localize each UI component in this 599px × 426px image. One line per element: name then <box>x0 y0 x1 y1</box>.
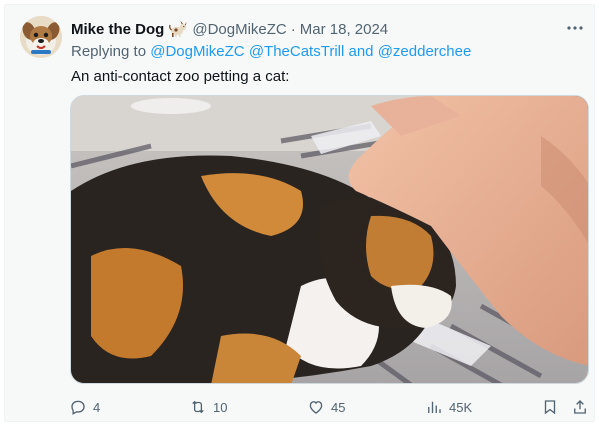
mention-link[interactable]: @TheCatsTrill <box>249 43 345 60</box>
bookmark-button[interactable] <box>541 395 559 419</box>
tweet-media-image[interactable] <box>70 95 589 384</box>
reply-button[interactable]: 4 <box>69 395 100 419</box>
tweet-header: Mike the Dog @DogMikeZC · Mar 18, 2024 <box>71 19 388 39</box>
like-icon <box>309 401 323 414</box>
header-separator: · <box>290 20 296 38</box>
tweet-actions-bar: 4 10 45 45K <box>69 395 594 419</box>
replying-to-label: Replying to <box>71 43 147 60</box>
replying-to-line: Replying to @DogMikeZC @TheCatsTrill and… <box>71 43 471 60</box>
avatar[interactable] <box>20 16 62 58</box>
tweet-text: An anti-contact zoo petting a cat: <box>71 68 290 85</box>
share-button[interactable] <box>571 395 589 419</box>
views-icon <box>428 401 441 413</box>
more-icon <box>567 26 583 30</box>
author-handle[interactable]: @DogMikeZC <box>192 21 286 38</box>
repost-button[interactable]: 10 <box>189 395 227 419</box>
bookmark-icon <box>544 400 556 415</box>
mention-link[interactable]: @zedderchee <box>378 43 472 60</box>
tweet-date[interactable]: Mar 18, 2024 <box>300 21 388 38</box>
reply-count: 4 <box>93 399 101 415</box>
mention-joiner[interactable]: and <box>349 43 374 60</box>
dog-emoji-icon <box>168 20 188 38</box>
repost-count: 10 <box>213 399 228 415</box>
mention-link[interactable]: @DogMikeZC <box>150 43 244 60</box>
repost-icon <box>192 400 204 414</box>
display-name[interactable]: Mike the Dog <box>71 21 164 38</box>
reply-icon <box>71 400 85 415</box>
tweet-card[interactable]: Mike the Dog @DogMikeZC · Mar 18, 2024 R… <box>4 4 595 422</box>
views-button[interactable]: 45K <box>425 395 472 419</box>
more-options-button[interactable] <box>562 17 588 39</box>
like-button[interactable]: 45 <box>307 395 345 419</box>
like-count: 45 <box>331 399 346 415</box>
share-icon <box>574 400 586 414</box>
view-count: 45K <box>449 399 473 415</box>
